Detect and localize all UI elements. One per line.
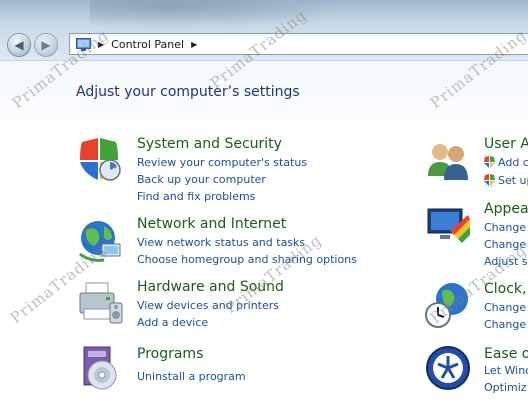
address-bar[interactable]: ▶ Control Panel ▶ (69, 33, 528, 55)
arrow-right-icon: ▶ (41, 38, 51, 52)
system-and-security-link[interactable]: System and Security (137, 136, 282, 152)
programs-link[interactable]: Programs (137, 346, 203, 362)
uac-shield-icon (484, 174, 495, 186)
printer-icon (79, 282, 123, 324)
uninstall-program-link[interactable]: Uninstall a program (137, 370, 246, 383)
review-status-link[interactable]: Review your computer's status (137, 156, 307, 169)
clock-change-link-1[interactable]: Change (484, 301, 526, 314)
homegroup-sharing-link[interactable]: Choose homegroup and sharing options (137, 253, 357, 266)
set-up-link[interactable]: Set up (484, 174, 528, 187)
back-button[interactable]: ◀ (7, 33, 31, 57)
arrow-left-icon: ◀ (14, 38, 24, 52)
ease-of-access-icon (426, 346, 470, 390)
page-title: Adjust your computer’s settings (76, 84, 300, 100)
users-icon (428, 144, 468, 180)
optimize-link[interactable]: Optimiz (484, 381, 527, 394)
clock-change-link-2[interactable]: Change (484, 318, 526, 331)
add-device-link[interactable]: Add a device (137, 316, 208, 329)
network-globe-icon (79, 221, 121, 262)
breadcrumb-separator[interactable]: ▶ (98, 40, 104, 49)
devices-printers-link[interactable]: View devices and printers (137, 299, 279, 312)
appearance-monitor-icon (427, 208, 470, 243)
view-network-status-link[interactable]: View network status and tasks (137, 236, 305, 249)
uac-shield-icon (484, 156, 495, 168)
clock-language-region-link[interactable]: Clock, (484, 281, 527, 297)
appearance-adjust-link[interactable]: Adjust s (484, 255, 528, 268)
back-up-link[interactable]: Back up your computer (137, 173, 266, 186)
control-panel-content: Adjust your computer’s settings System a… (0, 60, 528, 416)
user-accounts-link[interactable]: User A (484, 136, 528, 152)
shield-icon (80, 138, 121, 181)
appearance-link[interactable]: Appea (484, 201, 528, 217)
programs-disc-icon (83, 346, 117, 390)
breadcrumb-control-panel[interactable]: Control Panel (111, 38, 184, 51)
ease-of-access-link[interactable]: Ease o (484, 346, 528, 362)
breadcrumb-separator-2[interactable]: ▶ (191, 40, 197, 49)
forward-button[interactable]: ▶ (34, 33, 58, 57)
find-fix-problems-link[interactable]: Find and fix problems (137, 190, 255, 203)
appearance-change-link-1[interactable]: Change (484, 221, 526, 234)
control-panel-icon (76, 37, 91, 51)
clock-globe-icon (425, 283, 468, 328)
set-up-label: Set up (498, 174, 528, 187)
network-and-internet-link[interactable]: Network and Internet (137, 216, 286, 232)
hardware-and-sound-link[interactable]: Hardware and Sound (137, 279, 284, 295)
appearance-change-link-2[interactable]: Change (484, 238, 526, 251)
add-user-label: Add c (498, 156, 528, 169)
let-windows-link[interactable]: Let Wind (484, 364, 528, 377)
add-user-link[interactable]: Add c (484, 156, 528, 169)
